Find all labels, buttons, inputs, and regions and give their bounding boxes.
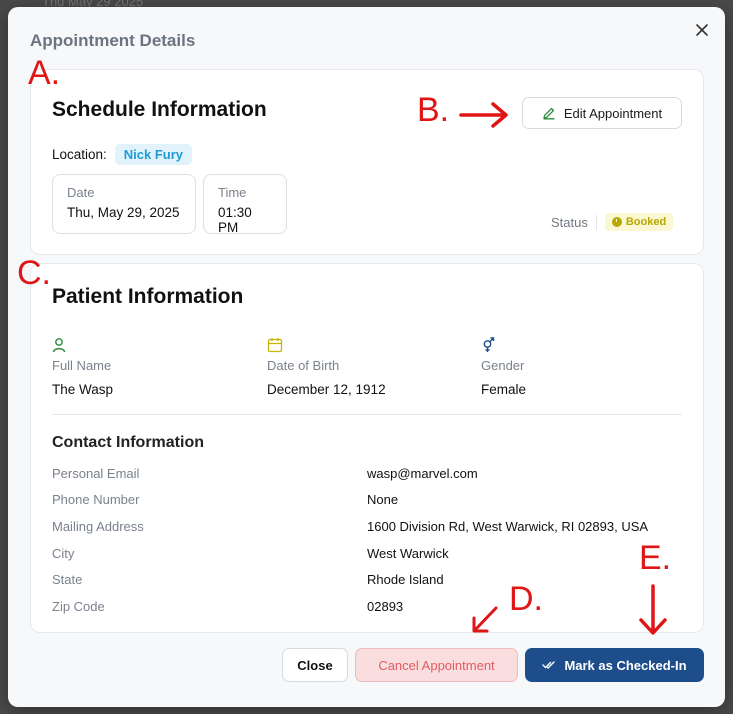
date-label: Date	[67, 185, 95, 200]
contact-label: Personal Email	[52, 466, 140, 481]
date-of-birth-field: Date of Birth December 12, 1912	[267, 337, 386, 397]
contact-value: 02893	[367, 599, 404, 614]
contact-label: City	[52, 546, 75, 561]
annotation-a: A.	[28, 54, 61, 92]
close-icon[interactable]	[694, 22, 710, 38]
contact-value: None	[367, 492, 399, 507]
location-label: Location:	[52, 147, 107, 162]
dob-label: Date of Birth	[267, 358, 340, 373]
contact-information-title: Contact Information	[52, 434, 204, 451]
full-name-field: Full Name The Wasp	[52, 337, 113, 397]
clock-icon	[611, 217, 622, 227]
status-row: Status Booked	[551, 213, 674, 231]
contact-value: 1600 Division Rd, West Warwick, RI 02893…	[367, 519, 649, 534]
close-button[interactable]: Close	[282, 648, 348, 682]
gender-value: Female	[481, 382, 527, 397]
patient-title: Patient Information	[52, 285, 244, 308]
edit-appointment-label: Edit Appointment	[563, 105, 663, 121]
contact-label: Phone Number	[52, 492, 140, 507]
mark-checked-in-button[interactable]: Mark as Checked-In	[525, 648, 704, 682]
user-icon	[52, 338, 66, 353]
contact-row: Personal Email wasp@marvel.com	[52, 466, 692, 486]
schedule-information-card: Schedule Information Edit Appointment Lo…	[30, 69, 704, 255]
status-label: Status	[551, 214, 597, 230]
contact-label: Zip Code	[52, 599, 105, 614]
contact-value: West Warwick	[367, 546, 449, 561]
appointment-details-modal: Appointment Details Schedule Information…	[8, 7, 725, 707]
divider	[52, 414, 682, 415]
annotation-c: C.	[17, 254, 51, 292]
location-row: Location: Nick Fury	[52, 144, 193, 165]
edit-appointment-button[interactable]: Edit Appointment	[522, 97, 682, 129]
contact-row: Phone Number None	[52, 492, 692, 512]
dob-value: December 12, 1912	[267, 382, 386, 397]
pencil-icon	[543, 107, 555, 120]
contact-row: Zip Code 02893	[52, 599, 692, 619]
gender-icon	[483, 337, 495, 352]
patient-information-card: Patient Information Full Name The Wasp D…	[30, 263, 704, 633]
contact-label: Mailing Address	[52, 519, 144, 534]
arrow-right-icon	[459, 102, 508, 128]
time-label: Time	[218, 185, 247, 200]
gender-label: Gender	[481, 358, 525, 373]
status-value: Booked	[625, 216, 667, 228]
status-badge: Booked	[604, 213, 674, 231]
modal-title: Appointment Details	[30, 31, 196, 50]
contact-label: State	[52, 572, 83, 587]
annotation-e: E.	[639, 539, 672, 577]
arrow-down-icon	[639, 584, 667, 635]
contact-value: wasp@marvel.com	[367, 466, 478, 481]
annotation-d: D.	[509, 580, 543, 618]
contact-row: Mailing Address 1600 Division Rd, West W…	[52, 519, 692, 539]
date-box: Date Thu, May 29, 2025	[52, 174, 196, 234]
time-box: Time 01:30 PM	[203, 174, 287, 235]
double-check-icon	[542, 661, 556, 669]
location-badge: Nick Fury	[114, 144, 193, 165]
calendar-icon	[267, 338, 283, 353]
annotation-b: B.	[417, 91, 450, 129]
cancel-appointment-button[interactable]: Cancel Appointment	[355, 648, 518, 682]
time-value: 01:30 PM	[218, 205, 252, 235]
full-name-label: Full Name	[52, 358, 112, 373]
contact-row: State Rhode Island	[52, 572, 692, 592]
contact-value: Rhode Island	[367, 572, 444, 587]
schedule-title: Schedule Information	[52, 98, 267, 121]
contact-row: City West Warwick	[52, 546, 692, 566]
arrow-down-left-icon	[472, 606, 498, 633]
gender-field: Gender Female	[481, 337, 526, 397]
mark-checked-in-label: Mark as Checked-In	[564, 657, 687, 673]
date-value: Thu, May 29, 2025	[67, 205, 180, 220]
full-name-value: The Wasp	[52, 382, 114, 397]
